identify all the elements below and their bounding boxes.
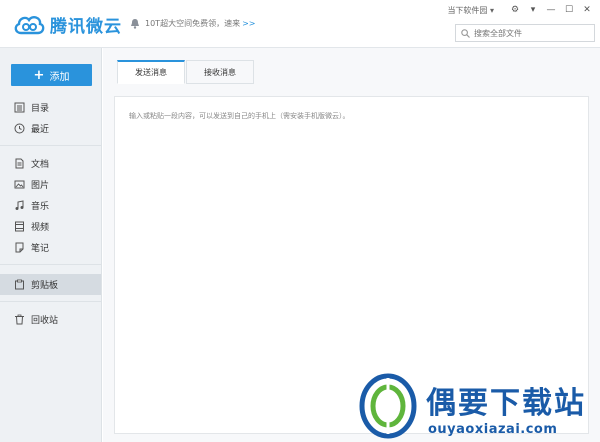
video-icon — [15, 221, 24, 232]
sidebar-item-label: 视频 — [31, 223, 50, 233]
watermark: 偶要下载站 ouyaoxiazai.com — [358, 372, 598, 440]
notice-text: 10T超大空间免费领，速来 — [145, 19, 241, 28]
header: 腾讯微云 10T超大空间免费领，速来 >> 当下软件园 ▾ ⚙ ▾ — ☐ ✕ — [0, 0, 600, 48]
sidebar-item-recent[interactable]: 最近 — [0, 118, 101, 139]
search-icon — [461, 28, 470, 38]
sidebar-item-label: 剪贴板 — [31, 281, 59, 291]
sidebar-item-trash[interactable]: 回收站 — [0, 309, 101, 330]
watermark-logo-icon — [359, 373, 417, 439]
plus-icon: + — [33, 67, 45, 83]
sidebar-divider — [0, 264, 101, 265]
clipboard-icon — [15, 279, 24, 290]
cloud-logo-icon — [14, 16, 45, 35]
sidebar-item-notes[interactable]: 笔记 — [0, 237, 101, 258]
tab-send-message[interactable]: 发送消息 — [117, 60, 185, 84]
watermark-title: 偶要下载站 — [426, 386, 586, 421]
image-icon — [14, 180, 25, 189]
music-icon — [15, 200, 24, 210]
sidebar-item-images[interactable]: 图片 — [0, 174, 101, 195]
account-menu[interactable]: 当下软件园 ▾ — [447, 5, 494, 16]
watermark-url: ouyaoxiazai.com — [428, 422, 558, 437]
sidebar-item-music[interactable]: 音乐 — [0, 195, 101, 216]
sidebar-divider — [0, 301, 101, 302]
sidebar-item-documents[interactable]: 文档 — [0, 153, 101, 174]
sidebar-divider — [0, 145, 101, 146]
notice-link[interactable]: >> — [242, 19, 255, 28]
maximize-icon[interactable]: ☐ — [562, 4, 576, 16]
tab-receive-message[interactable]: 接收消息 — [186, 60, 254, 84]
sidebar-item-video[interactable]: 视频 — [0, 216, 101, 237]
sidebar-item-label: 目录 — [31, 104, 50, 114]
document-icon — [15, 158, 24, 169]
trash-icon — [15, 314, 24, 325]
bell-icon — [131, 19, 139, 29]
app-logo: 腾讯微云 — [12, 10, 122, 38]
note-icon — [15, 242, 24, 253]
sidebar-item-directory[interactable]: 目录 — [0, 97, 101, 118]
dropdown-arrow-icon[interactable]: ▾ — [526, 4, 540, 16]
message-tabs: 发送消息 接收消息 — [117, 60, 255, 84]
message-placeholder: 输入或粘贴一段内容，可以发送到自己的手机上（需安装手机版微云）。 — [129, 112, 350, 120]
sidebar-item-clipboard[interactable]: 剪贴板 — [0, 274, 101, 295]
search-input[interactable] — [474, 28, 589, 38]
sidebar: + 添加 目录 最近 文档 图片 音乐 视频 笔记 剪贴板 回收站 — [0, 48, 102, 442]
account-menu-label: 当下软件园 — [447, 5, 488, 15]
add-button[interactable]: + 添加 — [11, 64, 92, 86]
sidebar-item-label: 文档 — [31, 160, 50, 170]
sidebar-item-label: 回收站 — [31, 316, 59, 326]
clock-icon — [14, 123, 25, 134]
search-box[interactable] — [455, 24, 595, 42]
sidebar-item-label: 笔记 — [31, 244, 50, 254]
settings-gear-icon[interactable]: ⚙ — [508, 4, 522, 16]
directory-icon — [14, 102, 25, 113]
sidebar-item-label: 最近 — [31, 125, 50, 135]
sidebar-item-label: 音乐 — [31, 202, 50, 212]
close-icon[interactable]: ✕ — [580, 4, 594, 16]
title-bar-controls: 当下软件园 ▾ ⚙ ▾ — ☐ ✕ — [447, 3, 594, 17]
minimize-icon[interactable]: — — [544, 4, 558, 16]
sidebar-item-label: 图片 — [31, 181, 50, 191]
add-button-label: 添加 — [49, 71, 70, 83]
app-title: 腾讯微云 — [50, 16, 122, 37]
notice-banner[interactable]: 10T超大空间免费领，速来 >> — [130, 18, 255, 29]
